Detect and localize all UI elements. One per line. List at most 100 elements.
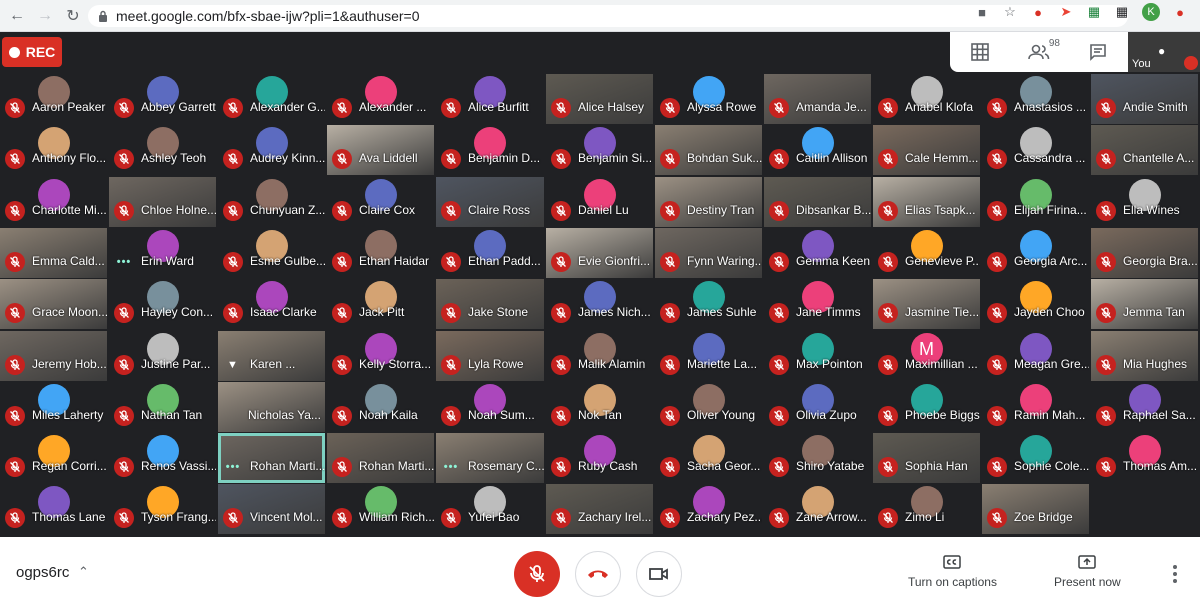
- participant-tile[interactable]: Tyson Frang...: [109, 484, 216, 534]
- participant-tile[interactable]: Claire Ross: [436, 177, 544, 227]
- participant-tile[interactable]: Claire Cox: [327, 177, 434, 227]
- people-icon[interactable]: 98: [1024, 38, 1060, 64]
- captions-button[interactable]: Turn on captions: [908, 555, 997, 589]
- participant-tile[interactable]: Shiro Yatabe: [764, 433, 871, 483]
- participant-tile[interactable]: Benjamin Si...: [546, 125, 653, 175]
- participant-tile[interactable]: Raphael Sa...: [1091, 382, 1198, 432]
- participant-tile[interactable]: Dibsankar B...: [764, 177, 871, 227]
- participant-tile[interactable]: Meagan Gre...: [982, 331, 1089, 381]
- participant-tile[interactable]: Vincent Mol...: [218, 484, 325, 534]
- participant-tile[interactable]: Olivia Zupo: [764, 382, 871, 432]
- participant-tile[interactable]: Regan Corri...: [0, 433, 107, 483]
- participant-tile[interactable]: Thomas Lane: [0, 484, 107, 534]
- participant-tile[interactable]: Zane Arrow...: [764, 484, 871, 534]
- participant-tile[interactable]: Isaac Clarke: [218, 279, 325, 329]
- participant-tile[interactable]: Noah Kaila: [327, 382, 434, 432]
- address-bar[interactable]: meet.google.com/bfx-sbae-ijw?pli=1&authu…: [88, 5, 1128, 27]
- extension-icon[interactable]: ●: [1030, 4, 1046, 20]
- participant-tile[interactable]: Alyssa Rowe: [655, 74, 762, 124]
- participant-tile[interactable]: Chantelle A...: [1091, 125, 1198, 175]
- sheets-icon[interactable]: ▦: [1086, 4, 1102, 20]
- participant-tile[interactable]: Zimo Li: [873, 484, 980, 534]
- participant-tile[interactable]: Georgia Bra...: [1091, 228, 1198, 278]
- grid-icon[interactable]: ▦: [1114, 4, 1130, 20]
- more-options-icon[interactable]: [1168, 565, 1182, 583]
- participant-tile[interactable]: Ramin Mah...: [982, 382, 1089, 432]
- participant-tile[interactable]: Oliver Young: [655, 382, 762, 432]
- tile-layout-icon[interactable]: [965, 40, 995, 64]
- participant-tile[interactable]: Chloe Holne...: [109, 177, 216, 227]
- self-view-tile[interactable]: ● You: [1128, 32, 1200, 72]
- reload-icon[interactable]: ↻: [62, 5, 84, 27]
- participant-tile[interactable]: Noah Sum...: [436, 382, 544, 432]
- extension-icon[interactable]: ➤: [1058, 4, 1074, 20]
- participant-tile[interactable]: Alexander ...: [327, 74, 434, 124]
- participant-tile[interactable]: Sophia Han: [873, 433, 980, 483]
- participant-tile[interactable]: Zachary Pez...: [655, 484, 762, 534]
- participant-tile[interactable]: Amanda Je...: [764, 74, 871, 124]
- participant-tile[interactable]: Genevieve P...: [873, 228, 980, 278]
- participant-tile[interactable]: Charlotte Mi...: [0, 177, 107, 227]
- participant-tile[interactable]: M Maximillian ...: [873, 331, 980, 381]
- meeting-code[interactable]: ogps6rc: [16, 564, 69, 581]
- participant-tile[interactable]: Grace Moon...: [0, 279, 107, 329]
- participant-tile[interactable]: Georgia Arc...: [982, 228, 1089, 278]
- participant-tile[interactable]: Fynn Waring...: [655, 228, 762, 278]
- participant-tile[interactable]: Ethan Haidar: [327, 228, 434, 278]
- participant-tile[interactable]: Hayley Con...: [109, 279, 216, 329]
- participant-tile[interactable]: Benjamin D...: [436, 125, 544, 175]
- present-now-button[interactable]: Present now: [1054, 555, 1121, 589]
- participant-tile[interactable]: Ashley Teoh: [109, 125, 216, 175]
- participant-tile[interactable]: William Rich...: [327, 484, 434, 534]
- back-arrow-icon[interactable]: ←: [6, 5, 28, 27]
- participant-tile[interactable]: Ava Liddell: [327, 125, 434, 175]
- chevron-up-icon[interactable]: ⌃: [78, 564, 89, 580]
- camera-toggle-button[interactable]: [636, 551, 682, 597]
- participant-tile[interactable]: Yufei Bao: [436, 484, 544, 534]
- participant-tile[interactable]: Alexander G...: [218, 74, 325, 124]
- participant-tile[interactable]: Jack Pitt: [327, 279, 434, 329]
- participant-tile[interactable]: Alice Burfitt: [436, 74, 544, 124]
- participant-tile[interactable]: Evie Gionfri...: [546, 228, 653, 278]
- participant-tile[interactable]: Jane Timms: [764, 279, 871, 329]
- participant-tile[interactable]: Ruby Cash: [546, 433, 653, 483]
- participant-tile[interactable]: Justine Par...: [109, 331, 216, 381]
- camera-icon[interactable]: ■: [974, 4, 990, 20]
- participant-tile[interactable]: Abbey Garrett: [109, 74, 216, 124]
- participant-tile[interactable]: Nicholas Ya...: [218, 382, 325, 432]
- participant-tile[interactable]: James Nich...: [546, 279, 653, 329]
- participant-tile[interactable]: Jemma Tan: [1091, 279, 1198, 329]
- participant-tile[interactable]: Nok Tan: [546, 382, 653, 432]
- participant-tile[interactable]: Elias Tsapk...: [873, 177, 980, 227]
- participant-tile[interactable]: Mia Hughes: [1091, 331, 1198, 381]
- chat-icon[interactable]: [1083, 40, 1113, 64]
- participant-tile[interactable]: Phoebe Biggs: [873, 382, 980, 432]
- participant-tile[interactable]: Jake Stone: [436, 279, 544, 329]
- participant-tile[interactable]: Caitlin Allison: [764, 125, 871, 175]
- participant-tile[interactable]: Anastasios ...: [982, 74, 1089, 124]
- participant-tile[interactable]: Zachary Irel...: [546, 484, 653, 534]
- participant-tile[interactable]: ••• Erin Ward: [109, 228, 216, 278]
- participant-tile[interactable]: Miles Laherty: [0, 382, 107, 432]
- participant-tile[interactable]: Sacha Geor...: [655, 433, 762, 483]
- leave-call-button[interactable]: [575, 551, 621, 597]
- participant-tile[interactable]: Emma Cald...: [0, 228, 107, 278]
- participant-tile[interactable]: Destiny Tran: [655, 177, 762, 227]
- participant-tile[interactable]: Kelly Storra...: [327, 331, 434, 381]
- participant-tile[interactable]: ▼ Karen ...: [218, 331, 325, 381]
- participant-tile[interactable]: ••• Rohan Marti...: [218, 433, 325, 483]
- participant-tile[interactable]: James Suhle: [655, 279, 762, 329]
- participant-tile[interactable]: Bohdan Suk...: [655, 125, 762, 175]
- participant-tile[interactable]: Lyla Rowe: [436, 331, 544, 381]
- profile-avatar[interactable]: K: [1142, 3, 1160, 21]
- update-icon[interactable]: ●: [1172, 4, 1188, 20]
- microphone-toggle-button[interactable]: [514, 551, 560, 597]
- participant-tile[interactable]: Chunyuan Z...: [218, 177, 325, 227]
- participant-tile[interactable]: Ethan Padd...: [436, 228, 544, 278]
- participant-tile[interactable]: Ella Wines: [1091, 177, 1198, 227]
- participant-tile[interactable]: Jayden Choo: [982, 279, 1089, 329]
- participant-tile[interactable]: Mariette La...: [655, 331, 762, 381]
- participant-tile[interactable]: Zoe Bridge: [982, 484, 1089, 534]
- star-icon[interactable]: ☆: [1002, 4, 1018, 20]
- pin-icon[interactable]: ▼: [223, 355, 243, 375]
